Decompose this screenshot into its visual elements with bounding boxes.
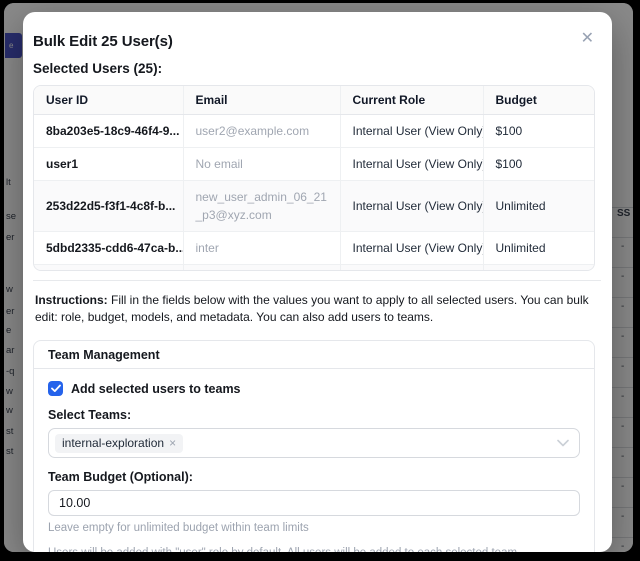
cell-current-role: Internal User (View Only) <box>340 181 483 232</box>
cell-user-id: 5dbd2335-cdd6-47ca-b... <box>34 232 183 265</box>
col-header-user-id: User ID <box>34 86 183 115</box>
table-row: 5dbd2335-cdd6-47ca-b... inter Internal U… <box>34 232 595 265</box>
instructions-body: Fill in the fields below with the values… <box>35 293 589 324</box>
add-users-to-teams-row[interactable]: Add selected users to teams <box>48 381 580 396</box>
cell-current-role: Internal User (View Only) <box>340 232 483 265</box>
col-header-budget: Budget <box>483 86 595 115</box>
budget-helper-text: Leave empty for unlimited budget within … <box>48 522 580 534</box>
close-icon[interactable]: ✕ <box>579 29 596 49</box>
remove-tag-icon[interactable]: × <box>169 437 176 449</box>
table-header-row: User ID Email Current Role Budget <box>34 86 595 115</box>
team-management-section: Team Management Add selected users to te… <box>33 340 595 552</box>
teams-multiselect[interactable]: internal-exploration × <box>48 428 580 458</box>
cell-user-id <box>34 265 183 272</box>
cell-budget: Unlimited <box>483 232 595 265</box>
bulk-edit-users-modal: ✕ Bulk Edit 25 User(s) Selected Users (2… <box>23 12 612 552</box>
team-footer-note: Users will be added with "user" role by … <box>48 547 580 552</box>
cell-email: user2@example.com <box>183 115 340 148</box>
team-management-body: Add selected users to teams Select Teams… <box>34 369 594 552</box>
col-header-current-role: Current Role <box>340 86 483 115</box>
cell-current-role: Internal User (View Only) <box>340 115 483 148</box>
cell-user-id: 8ba203e5-18c9-46f4-9... <box>34 115 183 148</box>
cell-budget: $100 <box>483 148 595 181</box>
section-divider <box>33 280 601 281</box>
cell-current-role <box>340 265 483 272</box>
selected-users-table: User ID Email Current Role Budget 8ba203… <box>33 85 595 271</box>
selected-users-label: Selected Users (25): <box>33 61 601 76</box>
team-management-title: Team Management <box>34 341 594 369</box>
modal-title: Bulk Edit 25 User(s) <box>33 33 601 50</box>
team-tag: internal-exploration × <box>55 434 183 453</box>
team-budget-input[interactable] <box>48 490 580 516</box>
select-teams-label: Select Teams: <box>48 408 580 422</box>
instructions-text: Instructions: Fill in the fields below w… <box>35 292 599 326</box>
table-row: 8ba203e5-18c9-46f4-9... user2@example.co… <box>34 115 595 148</box>
cell-budget <box>483 265 595 272</box>
app-window: e ltseerwerear-qwwstst SS ----------- ✕ … <box>4 3 633 552</box>
chevron-down-icon <box>557 439 569 447</box>
col-header-email: Email <box>183 86 340 115</box>
cell-budget: $100 <box>483 115 595 148</box>
checkbox-label: Add selected users to teams <box>71 382 241 396</box>
table-row: internal-user-ui-qa-06-28- <box>34 265 595 272</box>
cell-email: No email <box>183 148 340 181</box>
instructions-label: Instructions: <box>35 293 108 307</box>
cell-user-id: 253d22d5-f3f1-4c8f-b... <box>34 181 183 232</box>
cell-email: new_user_admin_06_21_p3@xyz.com <box>183 181 340 232</box>
table-row: user1 No email Internal User (View Only)… <box>34 148 595 181</box>
team-tag-label: internal-exploration <box>62 436 164 450</box>
team-budget-label: Team Budget (Optional): <box>48 470 580 484</box>
table-row: 253d22d5-f3f1-4c8f-b... new_user_admin_0… <box>34 181 595 232</box>
checkbox-checked-icon[interactable] <box>48 381 63 396</box>
cell-budget: Unlimited <box>483 181 595 232</box>
cell-user-id: user1 <box>34 148 183 181</box>
cell-current-role: Internal User (View Only) <box>340 148 483 181</box>
cell-email: inter <box>183 232 340 265</box>
cell-email: internal-user-ui-qa-06-28- <box>183 265 340 272</box>
